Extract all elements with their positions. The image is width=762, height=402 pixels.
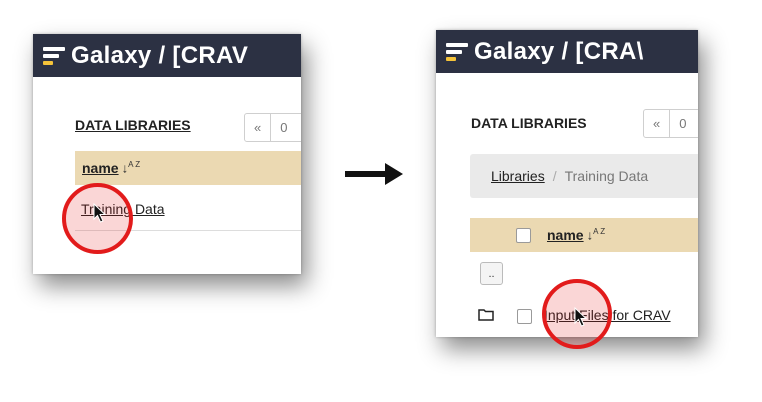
data-libraries-link[interactable]: DATA LIBRARIES [75,117,191,133]
page-number[interactable]: 0 [669,110,695,137]
name-column-header[interactable]: name [82,160,119,176]
prev-page-button[interactable]: « [644,110,669,137]
breadcrumb-current: Training Data [564,168,649,184]
prev-page-button[interactable]: « [245,114,270,141]
table-header: name ↓A Z [75,151,301,185]
sort-alpha-icon[interactable]: ↓A Z [122,160,141,175]
transition-arrow-icon [345,163,403,185]
masthead: Galaxy / [CRA\ [436,30,698,73]
pagination: « 0 [244,113,301,142]
parent-folder-button[interactable]: .. [480,262,503,285]
data-libraries-link[interactable]: DATA LIBRARIES [471,115,587,131]
page-title: Galaxy / [CRA\ [474,37,644,65]
masthead: Galaxy / [CRAV [33,34,301,77]
row-checkbox[interactable] [517,309,532,324]
galaxy-logo-icon [446,41,470,63]
breadcrumb-libraries-link[interactable]: Libraries [491,168,545,184]
mouse-cursor-icon [93,203,107,223]
sort-alpha-icon[interactable]: ↓A Z [587,227,606,242]
select-all-checkbox[interactable] [516,227,531,243]
pagination: « 0 [643,109,698,138]
mouse-cursor-icon [574,307,588,327]
page-number[interactable]: 0 [270,114,296,141]
galaxy-logo-icon [43,45,67,67]
table-header: name ↓A Z [470,218,698,252]
folder-icon [478,309,494,321]
breadcrumb: Libraries / Training Data [470,154,698,198]
breadcrumb-separator: / [552,168,557,184]
name-column-header[interactable]: name [547,227,584,243]
page-title: Galaxy / [CRAV [71,41,249,69]
